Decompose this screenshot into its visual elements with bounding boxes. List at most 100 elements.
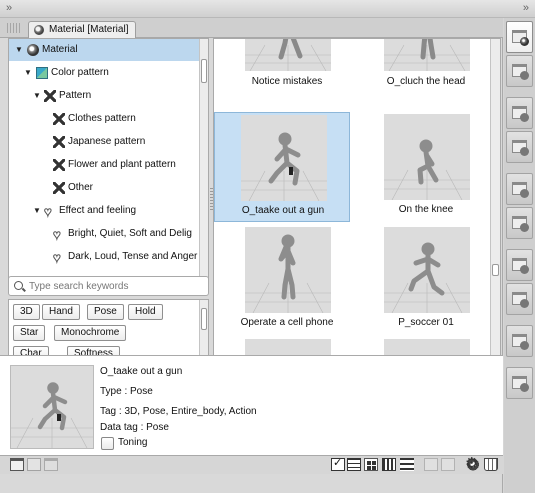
material-remove-button[interactable] (506, 97, 533, 129)
tag-button[interactable]: Monochrome (54, 325, 127, 341)
material-thumbnail (384, 114, 470, 200)
material-palette-button[interactable] (506, 21, 533, 53)
tree-item-effect-feeling[interactable]: ▼ Effect and feeling (9, 200, 199, 222)
material-thumbnail (245, 227, 331, 313)
collapse-right-button[interactable]: » (523, 2, 529, 14)
grid-scroll-thumb[interactable] (492, 264, 499, 276)
figure-icon (520, 383, 529, 392)
edit-folder-icon[interactable] (27, 458, 41, 471)
large-grid-view-icon[interactable] (364, 458, 378, 471)
tree-item-bright-quiet[interactable]: Bright, Quiet, Soft and Delig (9, 223, 199, 245)
paste-icon[interactable] (424, 458, 438, 471)
material-effect-button[interactable] (506, 207, 533, 239)
edit-icon (520, 299, 529, 308)
pattern-icon (520, 147, 529, 156)
material-add-button[interactable] (506, 55, 533, 87)
material-item[interactable]: On the knee (358, 112, 494, 222)
tree-item-other[interactable]: Other (9, 177, 199, 199)
copy-folder-icon[interactable] (44, 458, 58, 471)
list-view-icon[interactable] (347, 458, 361, 471)
material-sphere-icon (520, 37, 529, 46)
detail-thumbnail (10, 365, 94, 449)
tag-button[interactable]: Hand (42, 304, 80, 320)
search-box (8, 276, 209, 296)
tree-scroll-thumb[interactable] (201, 59, 207, 83)
material-item[interactable]: O_cluch the head (358, 39, 494, 93)
tab-material[interactable]: Material [Material] (28, 21, 137, 38)
pattern-icon (53, 159, 65, 171)
material-sphere-icon (27, 44, 39, 56)
material-edit-button[interactable] (506, 283, 533, 315)
material-item-label: On the knee (398, 204, 454, 215)
material-item[interactable]: Operate a cell phone (219, 225, 355, 335)
material-tree: ▼ Material ▼ Color pattern ▼ Pattern Clo… (8, 38, 209, 284)
material-item[interactable]: Notice mistakes (219, 39, 355, 93)
material-thumbnail (241, 115, 327, 201)
toning-label: Toning (118, 437, 148, 448)
heart-icon (53, 224, 65, 245)
expand-arrow-icon[interactable]: ▼ (24, 62, 32, 84)
detail-view-icon[interactable] (400, 458, 414, 471)
tab-label: Material [Material] (49, 24, 129, 35)
tree-item-pattern[interactable]: ▼ Pattern (9, 85, 199, 107)
tree-item-japanese-pattern[interactable]: Japanese pattern (9, 131, 199, 153)
tag-scrollbar[interactable] (199, 300, 208, 362)
pattern-icon (53, 182, 65, 194)
tag-button[interactable]: Pose (87, 304, 124, 320)
material-figure-button[interactable] (506, 367, 533, 399)
tree-item-clothes-pattern[interactable]: Clothes pattern (9, 108, 199, 130)
material-thumbnail (384, 39, 470, 71)
material-item-selected[interactable]: O_taake out a gun (214, 112, 350, 222)
expand-arrow-icon[interactable]: ▼ (33, 85, 41, 107)
material-thumbnail (384, 227, 470, 313)
tree-item-label: Flower and plant pattern (68, 159, 176, 170)
image-icon (520, 265, 529, 274)
small-grid-view-icon[interactable] (382, 458, 396, 471)
tree-item-flower-pattern[interactable]: Flower and plant pattern (9, 154, 199, 176)
search-icon (14, 281, 23, 290)
toning-checkbox[interactable] (101, 437, 114, 450)
check-icon[interactable] (331, 456, 345, 471)
expand-arrow-icon[interactable]: ▼ (15, 39, 23, 61)
collapse-left-button[interactable]: » (6, 2, 12, 14)
new-folder-icon[interactable] (10, 458, 24, 471)
material-pattern-button[interactable] (506, 131, 533, 163)
tree-item-label: Effect and feeling (59, 205, 137, 216)
material-item[interactable]: P_soccer 01 (358, 225, 494, 335)
layout-icon (520, 189, 529, 198)
material-item-label: P_soccer 01 (398, 317, 454, 328)
tag-button[interactable]: Hold (128, 304, 163, 320)
material-palette: Material [Material] ▼ Material ▼ Color p… (0, 18, 503, 493)
tree-item-dark-loud[interactable]: Dark, Loud, Tense and Anger (9, 246, 199, 268)
remove-icon (520, 113, 529, 122)
tree-item-label: Clothes pattern (68, 113, 136, 124)
search-input[interactable] (29, 279, 204, 293)
tag-scroll-thumb[interactable] (201, 308, 207, 330)
grid-scrollbar[interactable] (490, 39, 500, 370)
trash-icon[interactable] (484, 458, 498, 471)
tag-button[interactable]: Star (13, 325, 46, 341)
cube-icon (520, 341, 529, 350)
expand-arrow-icon[interactable]: ▼ (33, 200, 41, 222)
detail-data-tag: Data tag : Pose (100, 422, 169, 433)
tag-list: 3D Hand Pose Hold Star Monochrome Char S… (8, 299, 209, 363)
palette-grip-handle[interactable] (7, 23, 21, 33)
heart-icon (53, 247, 65, 268)
tree-scrollbar[interactable] (199, 39, 208, 283)
material-image-button[interactable] (506, 249, 533, 281)
material-layout-button[interactable] (506, 173, 533, 205)
tree-item-label: Color pattern (51, 67, 109, 78)
material-grid: Notice mistakes O_cluch the head O_taake… (213, 38, 501, 371)
material-3d-button[interactable] (506, 325, 533, 357)
tree-item-label: Other (68, 182, 94, 193)
tree-item-material[interactable]: ▼ Material (9, 39, 199, 61)
material-item-label: O_cluch the head (386, 76, 466, 87)
bottom-toolbar (0, 454, 503, 474)
tag-button[interactable]: 3D (13, 304, 40, 320)
settings-gear-icon[interactable] (465, 454, 480, 472)
tree-item-color-pattern[interactable]: ▼ Color pattern (9, 62, 199, 84)
tree-item-label: Material (42, 44, 78, 55)
detail-tags: Tag : 3D, Pose, Entire_body, Action (100, 406, 257, 417)
palette-tabbar: Material [Material] (0, 18, 503, 38)
paste-into-icon[interactable] (441, 458, 455, 471)
